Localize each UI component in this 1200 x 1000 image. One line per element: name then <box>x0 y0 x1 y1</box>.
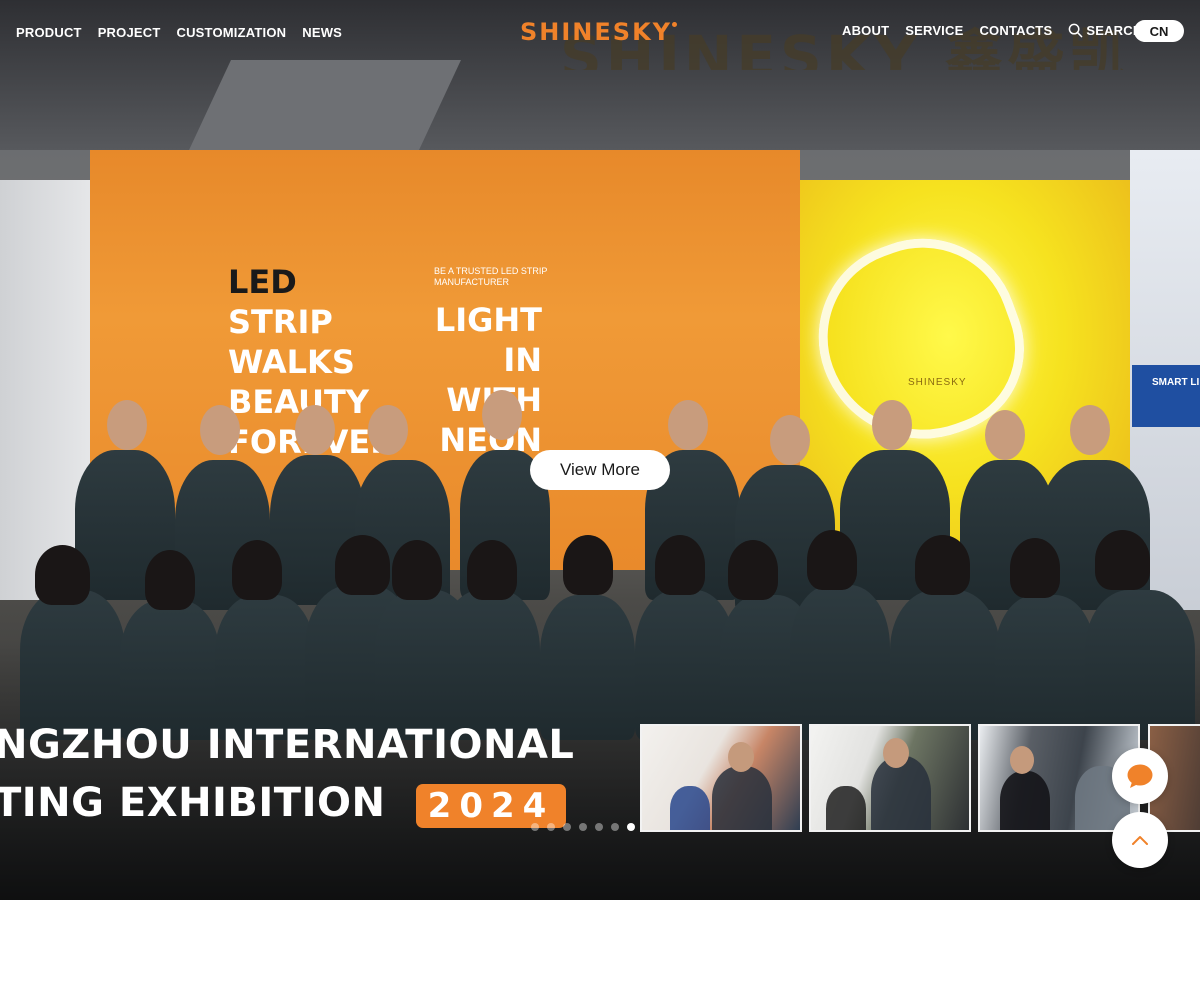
person-head <box>368 405 408 455</box>
hero-ceiling-beam <box>189 60 461 150</box>
chat-bubble-icon <box>1127 764 1153 788</box>
primary-nav-right: ABOUT SERVICE CONTACTS SEARCH <box>842 23 1142 38</box>
person <box>20 590 125 740</box>
person-head <box>335 535 390 595</box>
thumbnail-figure-head <box>883 738 909 768</box>
thumbnail-figure-head <box>728 742 754 772</box>
chat-button[interactable] <box>1112 748 1168 804</box>
language-toggle[interactable]: CN <box>1134 20 1184 42</box>
carousel-pagination <box>531 823 635 831</box>
person-head <box>563 535 613 595</box>
team-photo <box>0 380 1200 740</box>
carousel-dot-active[interactable] <box>627 823 635 831</box>
back-to-top-button[interactable] <box>1112 812 1168 868</box>
person <box>1085 590 1195 740</box>
person-head <box>872 400 912 450</box>
slogan-line: STRIP <box>228 303 333 341</box>
person-head <box>807 530 857 590</box>
person-head <box>35 545 90 605</box>
nav-product[interactable]: PRODUCT <box>16 25 82 40</box>
person <box>995 595 1095 740</box>
nav-news[interactable]: NEWS <box>302 25 342 40</box>
person-head <box>1070 405 1110 455</box>
person-head <box>392 540 442 600</box>
person-head <box>482 390 522 440</box>
nav-project[interactable]: PROJECT <box>98 25 161 40</box>
carousel-dot[interactable] <box>547 823 555 831</box>
gallery-thumbnail[interactable] <box>640 724 802 832</box>
person-head <box>232 540 282 600</box>
view-more-button[interactable]: View More <box>530 450 670 490</box>
person-head <box>985 410 1025 460</box>
person-head <box>655 535 705 595</box>
person <box>440 590 540 740</box>
carousel-dot[interactable] <box>579 823 587 831</box>
person-head <box>295 405 335 455</box>
nav-service[interactable]: SERVICE <box>905 23 963 38</box>
exhibition-title-line2: TING EXHIBITION <box>0 780 386 826</box>
person-head <box>728 540 778 600</box>
gallery-thumbnail[interactable] <box>809 724 971 832</box>
thumbnail-figure <box>670 786 710 830</box>
person <box>890 590 1000 740</box>
person-head <box>107 400 147 450</box>
exhibition-year-badge: 2024 <box>416 784 566 828</box>
slogan-line: IN <box>503 341 542 379</box>
chevron-up-icon <box>1132 836 1148 845</box>
person-head <box>668 400 708 450</box>
person-head <box>467 540 517 600</box>
search-icon <box>1068 23 1083 38</box>
nav-contacts[interactable]: CONTACTS <box>979 23 1052 38</box>
logo-mark <box>672 22 677 27</box>
carousel-dot[interactable] <box>563 823 571 831</box>
thumbnail-figure <box>871 756 931 830</box>
thumbnail-figure-head <box>1010 746 1034 774</box>
person-head <box>1095 530 1150 590</box>
person-head <box>770 415 810 465</box>
person <box>790 585 890 740</box>
person <box>215 595 315 740</box>
slogan-line: LED <box>228 263 297 301</box>
nav-customization[interactable]: CUSTOMIZATION <box>177 25 287 40</box>
person <box>120 600 220 740</box>
person-head <box>915 535 970 595</box>
slogan-line: WALKS <box>228 343 355 381</box>
thumbnail-figure <box>826 786 866 830</box>
carousel-dot[interactable] <box>611 823 619 831</box>
site-logo[interactable]: SHINESKY <box>520 18 672 46</box>
person-head <box>200 405 240 455</box>
exhibition-title-line1: NGZHOU INTERNATIONAL <box>0 722 575 768</box>
search-button[interactable]: SEARCH <box>1068 23 1142 38</box>
booth-tagline: BE A TRUSTED LED STRIP MANUFACTURER <box>434 266 548 287</box>
thumbnail-figure <box>1000 771 1050 830</box>
thumbnail-figure <box>712 766 772 830</box>
nav-about[interactable]: ABOUT <box>842 23 889 38</box>
carousel-dot[interactable] <box>595 823 603 831</box>
carousel-dot[interactable] <box>531 823 539 831</box>
slogan-line: LIGHT <box>434 301 542 339</box>
person-head <box>145 550 195 610</box>
person <box>540 595 635 740</box>
person-head <box>1010 538 1060 598</box>
primary-nav-left: PRODUCT PROJECT CUSTOMIZATION NEWS <box>16 25 342 40</box>
